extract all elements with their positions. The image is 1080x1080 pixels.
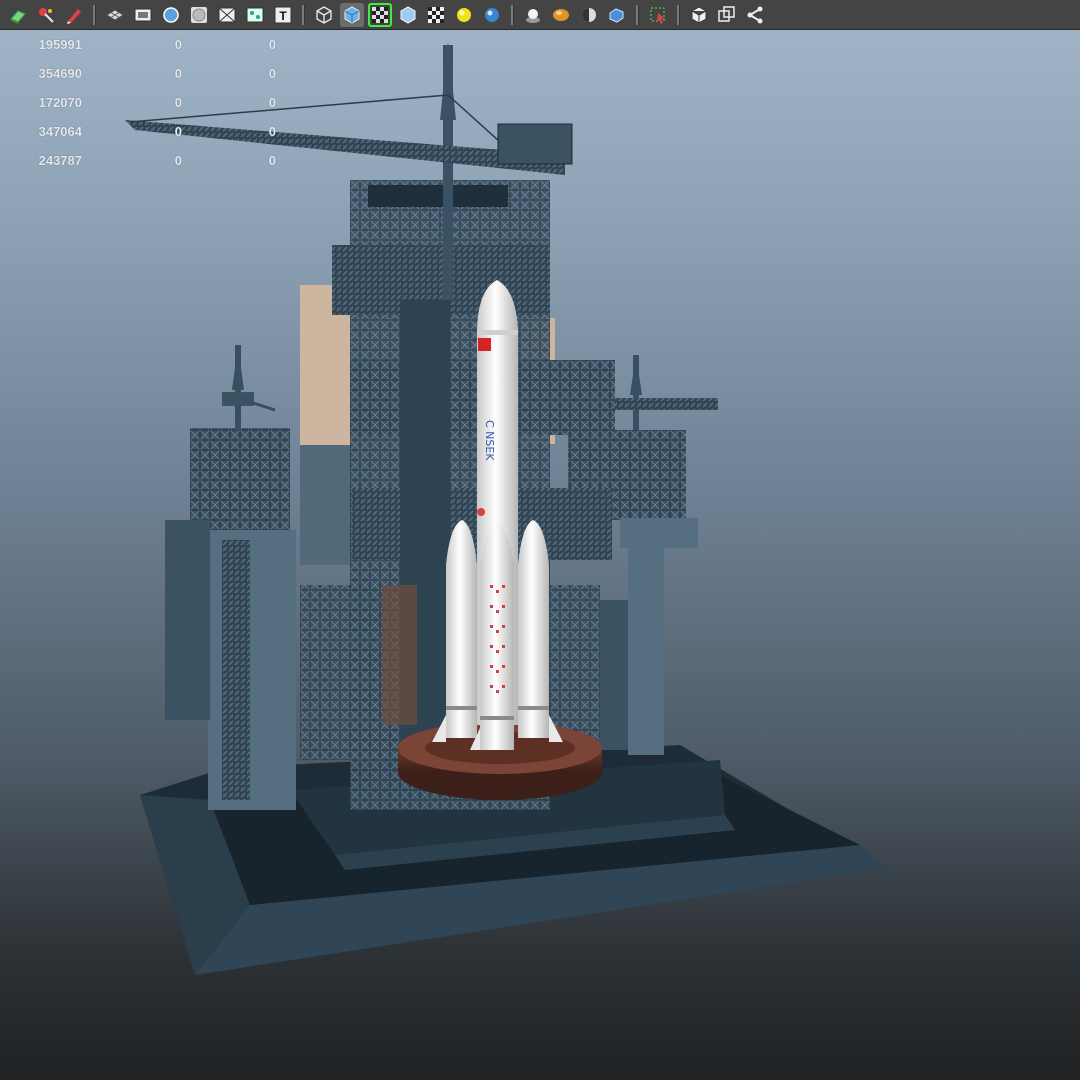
screen-space-ao-icon	[553, 8, 569, 21]
textured-button[interactable]	[424, 3, 448, 27]
hud-value: 0	[268, 153, 276, 168]
isolate-select-icon	[650, 7, 665, 24]
hud-value: 347064	[38, 124, 82, 139]
toolbar-separator	[677, 4, 680, 25]
toolbar-separator	[636, 4, 639, 25]
xray-active-components-button[interactable]	[715, 3, 739, 27]
grid-icon	[106, 8, 124, 21]
hud-value: 172070	[38, 95, 82, 110]
motion-blur-icon	[582, 7, 596, 22]
svg-text:C NSEK: C NSEK	[483, 420, 496, 461]
motion-blur-button[interactable]	[577, 3, 601, 27]
xray-active-components-icon	[718, 5, 735, 22]
lights-icon	[457, 7, 471, 22]
select-camera-button[interactable]	[6, 3, 30, 27]
xray-button[interactable]	[687, 3, 711, 27]
xray-joints-icon	[747, 6, 763, 23]
hud-value: 0	[174, 124, 182, 139]
screen-space-ao-button[interactable]	[549, 3, 573, 27]
bookmark-button[interactable]	[62, 3, 86, 27]
hud-value: 0	[174, 95, 182, 110]
lock-camera-icon	[39, 7, 54, 23]
toolbar-separator	[93, 4, 96, 25]
toolbar-separator	[511, 4, 514, 25]
select-camera-icon	[10, 9, 26, 24]
use-all-lights-icon	[485, 7, 499, 22]
multisample-aa-icon	[609, 7, 624, 23]
hud-value: 0	[268, 124, 276, 139]
default-material-icon	[400, 5, 416, 24]
safe-title-icon: T	[274, 6, 292, 23]
3d-viewport[interactable]: C NSEK	[0, 31, 1080, 1080]
gate-mask-button[interactable]	[187, 3, 211, 27]
gate-mask-icon	[191, 6, 207, 23]
shadows-icon	[526, 8, 540, 23]
lights-button[interactable]	[452, 3, 476, 27]
hud-value: 0	[174, 37, 182, 52]
xray-icon	[691, 5, 707, 24]
hud-value: 0	[268, 95, 276, 110]
lock-camera-button[interactable]	[34, 3, 58, 27]
viewport-toolbar: T	[0, 0, 1080, 30]
grid-button[interactable]	[103, 3, 127, 27]
resolution-gate-icon	[163, 6, 179, 23]
wireframe-on-shaded-button[interactable]	[368, 2, 392, 27]
film-gate-button[interactable]	[131, 3, 155, 27]
poly-count-hud: 195991 0 0 354690 0 0 172070 0 0 347064 0 0 243787 0 0	[26, 30, 276, 175]
isolate-select-button[interactable]	[646, 3, 670, 27]
hud-row: 195991 0 0	[26, 30, 276, 59]
left-service-tower	[165, 345, 296, 810]
flag-emblem	[478, 338, 491, 351]
svg-text:T: T	[279, 9, 287, 23]
hud-row: 172070 0 0	[26, 88, 276, 117]
scene-render: C NSEK	[125, 42, 888, 975]
hud-value: 0	[268, 66, 276, 81]
resolution-gate-button[interactable]	[159, 3, 183, 27]
hud-value: 243787	[38, 153, 82, 168]
hud-value: 0	[268, 37, 276, 52]
safe-title-button[interactable]: T	[271, 3, 295, 27]
use-all-lights-button[interactable]	[480, 3, 504, 27]
smooth-shade-icon	[344, 5, 360, 24]
textured-icon	[428, 6, 444, 23]
field-chart-icon	[218, 7, 236, 22]
wireframe-icon	[316, 5, 332, 24]
safe-action-icon	[246, 7, 264, 22]
wireframe-on-shaded-icon	[372, 6, 388, 23]
film-gate-icon	[134, 8, 152, 21]
hud-value: 0	[174, 66, 182, 81]
hud-value: 0	[174, 153, 182, 168]
hud-row: 354690 0 0	[26, 59, 276, 88]
bookmark-icon	[67, 8, 81, 24]
wireframe-button[interactable]	[312, 3, 336, 27]
multisample-aa-button[interactable]	[605, 3, 629, 27]
field-chart-button[interactable]	[215, 3, 239, 27]
safe-action-button[interactable]	[243, 3, 267, 27]
hud-value: 354690	[38, 66, 82, 81]
hud-row: 347064 0 0	[26, 117, 276, 146]
default-material-button[interactable]	[396, 3, 420, 27]
hud-row: 243787 0 0	[26, 146, 276, 175]
toolbar-separator	[302, 4, 305, 25]
hud-value: 195991	[38, 37, 82, 52]
xray-joints-button[interactable]	[743, 3, 767, 27]
smooth-shade-button[interactable]	[340, 2, 364, 27]
shadows-button[interactable]	[521, 3, 545, 27]
